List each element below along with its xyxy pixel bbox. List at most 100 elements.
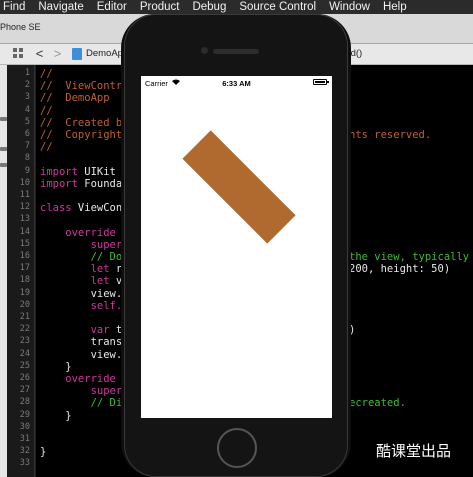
- line-number: 19: [19, 287, 30, 298]
- line-number: 5: [24, 116, 30, 127]
- code-token: class: [40, 202, 72, 215]
- line-number: 4: [24, 104, 30, 115]
- line-number: 29: [19, 409, 30, 420]
- home-button[interactable]: [217, 428, 257, 468]
- code-token: view.: [40, 287, 123, 300]
- code-token: super.: [40, 385, 129, 398]
- code-token: self.: [40, 299, 123, 312]
- line-number: 26: [19, 373, 30, 383]
- menu-help[interactable]: Help: [383, 0, 407, 14]
- code-token: // DemoApp: [40, 92, 110, 105]
- line-number: 33: [19, 458, 30, 469]
- code-line: override f: [40, 373, 129, 385]
- line-number: 15: [19, 238, 30, 249]
- code-token: view.: [40, 348, 123, 361]
- code-line: let re: [40, 263, 129, 275]
- code-line: // Created b: [40, 117, 122, 129]
- line-number: 21: [19, 312, 30, 322]
- code-line: // Copyright: [40, 129, 122, 141]
- line-number: 2: [24, 80, 30, 91]
- code-token: UIKit: [77, 165, 116, 178]
- menu-bar: Find Navigate Editor Product Debug Source Con…: [0, 0, 473, 14]
- front-camera: [201, 47, 208, 54]
- related-items-grid-icon[interactable]: [12, 47, 25, 60]
- line-number: 31: [19, 434, 30, 444]
- earpiece-speaker: [213, 49, 259, 54]
- code-token: import: [40, 165, 78, 178]
- line-number: 13: [19, 214, 30, 225]
- line-number: 20: [19, 299, 30, 310]
- code-token: // ViewContr: [40, 80, 123, 93]
- code-token: ViewCont: [71, 202, 129, 215]
- line-number: 10: [19, 177, 30, 188]
- status-time: 6:33 AM: [222, 79, 251, 88]
- line-number: 32: [19, 446, 30, 457]
- line-number: 17: [19, 263, 30, 274]
- menu-navigate[interactable]: Navigate: [38, 0, 83, 14]
- line-number: 25: [19, 360, 30, 371]
- code-token: // Dis: [40, 397, 129, 410]
- menu-source-control[interactable]: Source Control: [239, 0, 316, 14]
- code-line: // Do: [40, 251, 123, 263]
- code-line: super.: [40, 385, 129, 397]
- back-chevron-icon[interactable]: <: [33, 47, 46, 60]
- code-line-overflow: hts reserved.: [349, 129, 432, 141]
- code-token: // Copyright: [40, 129, 123, 141]
- code-line: }: [40, 446, 46, 458]
- menu-product[interactable]: Product: [140, 0, 180, 14]
- code-token: override f: [40, 373, 129, 385]
- code-token: let: [40, 263, 110, 276]
- line-number: 18: [19, 275, 30, 286]
- menu-find[interactable]: Find: [3, 0, 25, 14]
- code-token: Founda: [77, 177, 123, 190]
- code-token: //: [40, 68, 53, 80]
- code-line: let vi: [40, 275, 129, 287]
- code-line: override f: [40, 226, 129, 239]
- code-line: // ViewContr: [40, 80, 122, 92]
- line-number: 28: [19, 397, 30, 408]
- code-line: //: [40, 105, 53, 117]
- code-token: }: [40, 360, 72, 373]
- code-line: self.v: [40, 300, 129, 312]
- code-line: var tr: [40, 324, 129, 336]
- line-number: 9: [24, 165, 30, 176]
- forward-chevron-icon[interactable]: >: [51, 47, 64, 60]
- line-number: 23: [19, 336, 30, 347]
- line-number: 8: [24, 153, 30, 164]
- code-token: }: [40, 409, 72, 422]
- code-line: import Founda: [40, 178, 122, 190]
- code-line: }: [40, 409, 72, 422]
- watermark-text: 酷课堂出品: [376, 442, 452, 460]
- code-line-overflow: ecreated.: [349, 397, 406, 410]
- line-number: 11: [19, 190, 30, 200]
- code-token: //: [40, 141, 53, 154]
- code-line: //: [40, 68, 53, 80]
- status-bar: Carrier 6:33 AM: [141, 76, 332, 90]
- project-file-icon: [72, 48, 82, 60]
- code-line: // Dis: [40, 397, 129, 409]
- line-number: 24: [19, 348, 30, 359]
- line-number: 6: [24, 129, 30, 139]
- menu-debug[interactable]: Debug: [192, 0, 226, 14]
- line-number: 3: [24, 92, 30, 103]
- code-line: super.: [40, 239, 129, 251]
- menu-window[interactable]: Window: [329, 0, 370, 14]
- code-line: view.b: [40, 288, 129, 300]
- menu-editor[interactable]: Editor: [97, 0, 127, 14]
- line-number: 30: [19, 421, 30, 432]
- code-token: transi: [40, 336, 129, 349]
- code-token: // Created b: [40, 116, 123, 129]
- device-selector[interactable]: Phone SE: [0, 22, 41, 32]
- code-line: view.t: [40, 349, 129, 361]
- code-token: override f: [40, 226, 129, 239]
- code-token: let: [40, 275, 110, 288]
- line-number: 14: [19, 226, 30, 237]
- simulator-screen[interactable]: Carrier 6:33 AM: [141, 76, 332, 418]
- code-token: // Do: [40, 251, 123, 263]
- line-number: 22: [19, 324, 30, 335]
- code-token: super.: [40, 238, 129, 251]
- code-line: //: [40, 141, 53, 153]
- line-number: 1: [24, 68, 30, 78]
- code-line-overflow: 200, height: 50): [349, 263, 451, 276]
- line-number: 16: [19, 251, 30, 261]
